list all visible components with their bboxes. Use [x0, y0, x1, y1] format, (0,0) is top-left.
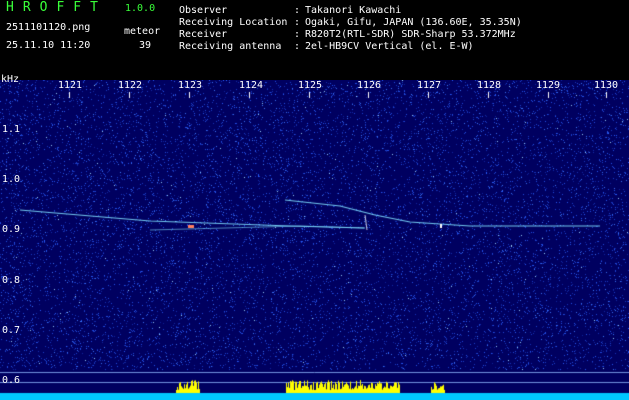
app-title: HROFFT	[6, 0, 107, 15]
file-name: 2511101120.png	[6, 22, 91, 33]
freq-tick: 0.7	[2, 325, 21, 336]
time-tick: 1127	[417, 80, 442, 91]
freq-tick: 1.0	[2, 174, 21, 185]
location-value: Ogaki, Gifu, JAPAN (136.60E, 35.35N)	[305, 17, 522, 28]
freq-tick: 0.9	[2, 224, 21, 235]
time-tick: 1128	[477, 80, 502, 91]
app-version: 1.0.0	[125, 3, 156, 14]
meteor-count: 39	[139, 40, 152, 51]
header-panel: HROFFT 1.0.0 2511101120.png 25.11.10 11:…	[0, 0, 629, 72]
observer-sep: :	[294, 5, 301, 16]
time-tick: 1121	[58, 80, 83, 91]
location-label: Receiving Location	[179, 17, 288, 28]
freq-tick: 1.1	[2, 124, 21, 135]
time-tick: 1122	[118, 80, 143, 91]
time-tick: 1125	[298, 80, 323, 91]
location-sep: :	[294, 17, 301, 28]
time-tick: 1124	[239, 80, 264, 91]
meteor-label: meteor	[124, 26, 161, 37]
spectrogram-canvas	[0, 80, 629, 400]
freq-tick: 0.6	[2, 375, 21, 386]
time-tick: 1129	[536, 80, 561, 91]
freq-unit-label: kHz	[1, 74, 20, 85]
observer-value: Takanori Kawachi	[305, 5, 402, 16]
record-datetime: 25.11.10 11:20	[6, 40, 91, 51]
time-tick: 1126	[357, 80, 382, 91]
time-tick: 1130	[594, 80, 619, 91]
receiver-value: R820T2(RTL-SDR) SDR-Sharp 53.372MHz	[305, 29, 516, 40]
receiver-label: Receiver	[179, 29, 228, 40]
antenna-sep: :	[294, 41, 301, 52]
time-tick: 1123	[178, 80, 203, 91]
observer-label: Observer	[179, 5, 228, 16]
freq-tick: 0.8	[2, 275, 21, 286]
antenna-label: Receiving antenna	[179, 41, 282, 52]
antenna-value: 2el-HB9CV Vertical (el. E-W)	[305, 41, 474, 52]
receiver-sep: :	[294, 29, 301, 40]
